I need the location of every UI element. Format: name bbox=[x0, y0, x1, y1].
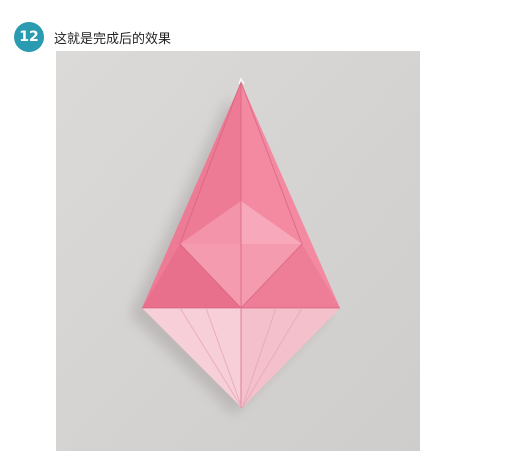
origami-photo bbox=[56, 51, 420, 451]
step-number-badge: 12 bbox=[14, 22, 44, 52]
step-header: 12 这就是完成后的效果 bbox=[14, 22, 171, 52]
folded-paper-icon bbox=[56, 51, 420, 451]
step-caption: 这就是完成后的效果 bbox=[54, 31, 172, 47]
